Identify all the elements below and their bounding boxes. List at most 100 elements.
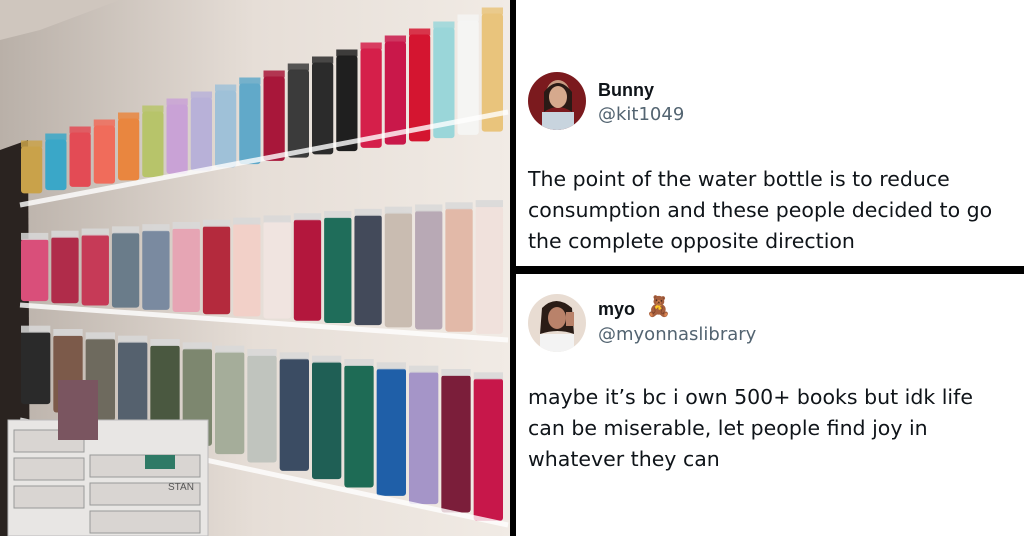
user-handle[interactable]: @myonnaslibrary <box>598 324 756 345</box>
tumbler <box>409 371 439 505</box>
tumbler-lid <box>172 221 200 229</box>
tumbler-lid <box>215 345 245 353</box>
tumbler-lid <box>53 329 83 336</box>
tumbler-lid <box>336 49 358 57</box>
tumbler <box>475 206 503 334</box>
tumbler-lid <box>85 332 115 340</box>
tumbler <box>445 208 473 332</box>
tumbler-lid <box>81 228 109 236</box>
tumbler <box>142 111 164 178</box>
tumbler-lid <box>166 98 188 106</box>
tumbler <box>202 225 231 315</box>
tweet-text: The point of the water bottle is to redu… <box>528 167 993 253</box>
tumbler <box>81 234 109 306</box>
tumbler-lid <box>441 369 471 376</box>
tumbler <box>166 104 188 174</box>
tumbler <box>344 365 374 488</box>
tumbler <box>287 69 309 158</box>
tumbler-lid <box>118 335 148 343</box>
tumbler <box>45 139 67 191</box>
tumbler-lid <box>279 352 309 360</box>
tumbler-lid <box>287 63 309 71</box>
tumbler <box>142 230 170 310</box>
tumbler <box>51 236 79 304</box>
tumbler-lid <box>360 42 382 50</box>
tumbler <box>69 132 91 187</box>
tumbler-lid <box>21 325 51 333</box>
tumbler <box>263 221 291 319</box>
organizer-label: STAN <box>168 482 194 493</box>
tumbler-lid <box>263 70 285 78</box>
tweet-card-bunny[interactable]: Bunny @kit1049 The point of the water bo… <box>516 0 1024 266</box>
tumbler <box>336 55 358 152</box>
tumbler-lid <box>433 21 455 29</box>
tumbler <box>279 358 309 471</box>
tumbler-lid <box>376 362 406 370</box>
tumbler <box>376 368 406 496</box>
tumbler-lid <box>312 355 342 363</box>
tumbler-lid <box>409 365 439 373</box>
tweet-card-myo[interactable]: myo 🧸 @myonnaslibrary maybe it’s bc i ow… <box>516 274 1024 536</box>
tumbler <box>415 210 443 330</box>
tumbler-lid <box>142 105 164 113</box>
tumbler <box>190 97 212 171</box>
tumbler-lid <box>415 204 443 212</box>
tumbler-lid <box>247 349 277 356</box>
tumbler <box>172 227 200 313</box>
tumbler-lid <box>293 213 322 221</box>
tumbler <box>360 48 382 148</box>
horizontal-divider <box>516 266 1024 274</box>
tumbler <box>384 212 413 328</box>
tumbler <box>21 146 43 194</box>
tumbler-lid <box>190 91 212 99</box>
tumbler-lid <box>384 206 413 214</box>
user-handle[interactable]: @kit1049 <box>598 104 684 125</box>
tumbler-lid <box>182 342 212 350</box>
tumbler-lid <box>142 224 170 232</box>
teddy-bear-icon: 🧸 <box>646 296 671 318</box>
tumbler <box>441 375 471 513</box>
tumbler-lid <box>354 208 382 216</box>
tumbler <box>233 223 261 317</box>
tumbler <box>354 214 382 326</box>
tumbler-lid <box>409 28 431 36</box>
tumbler-lid <box>481 7 503 15</box>
tumbler <box>324 217 352 323</box>
tumbler <box>111 232 140 308</box>
tumbler <box>93 125 115 184</box>
tumbler <box>215 351 245 455</box>
tumbler-lid <box>111 226 140 234</box>
tumbler-lid <box>233 217 261 225</box>
tumbler <box>239 83 261 165</box>
avatar[interactable] <box>528 294 586 352</box>
tumbler-lid <box>475 200 503 208</box>
tumbler <box>263 76 285 161</box>
tumbler-lid <box>312 56 334 64</box>
tumbler <box>473 378 503 521</box>
tumbler <box>21 331 51 405</box>
tumbler <box>312 62 334 155</box>
tumbler <box>247 355 277 463</box>
tumbler-lid <box>45 133 67 141</box>
tumbler-lid <box>344 359 374 366</box>
tumbler <box>293 219 322 321</box>
tumbler-lid <box>445 202 473 210</box>
avatar[interactable] <box>528 72 586 130</box>
display-name[interactable]: myo <box>598 299 635 320</box>
tumbler <box>384 41 406 145</box>
tumbler-lid <box>202 219 231 227</box>
tweet-text: maybe it’s bc i own 500+ books but idk l… <box>528 385 973 471</box>
tumbler-lid <box>324 211 352 219</box>
tumbler-lid <box>384 35 406 43</box>
tumbler-lid <box>21 140 43 148</box>
tumbler-lid <box>263 215 291 223</box>
tumbler-lid <box>69 126 91 134</box>
tumbler-lid <box>457 14 479 22</box>
tumbler-lid <box>21 232 49 240</box>
tumbler-lid <box>215 84 237 92</box>
display-name[interactable]: Bunny <box>598 80 654 101</box>
tumbler <box>312 361 342 480</box>
tumbler <box>21 238 49 302</box>
tumbler-lid <box>239 77 261 85</box>
tumbler-lid <box>93 119 115 127</box>
